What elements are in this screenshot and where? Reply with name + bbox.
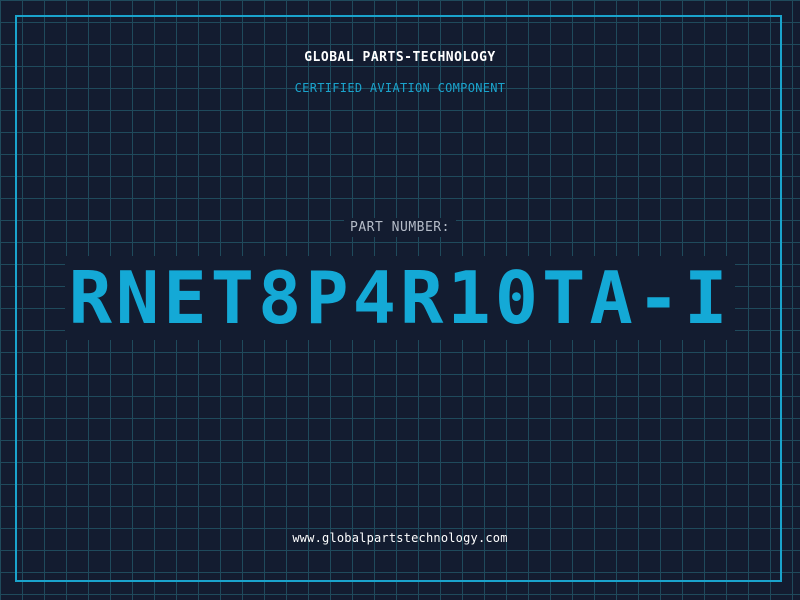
part-number-row: RNET8P4R10TA-I <box>0 256 800 340</box>
part-number-label: PART NUMBER: <box>344 218 456 237</box>
tagline: CERTIFIED AVIATION COMPONENT <box>294 81 506 95</box>
website-link[interactable]: www.globalpartstechnology.com <box>0 531 800 545</box>
part-number-label-row: PART NUMBER: <box>0 218 800 237</box>
part-number: RNET8P4R10TA-I <box>64 256 736 340</box>
part-label-card: GLOBAL PARTS-TECHNOLOGY CERTIFIED AVIATI… <box>0 0 800 600</box>
company-name: GLOBAL PARTS-TECHNOLOGY <box>304 50 496 65</box>
